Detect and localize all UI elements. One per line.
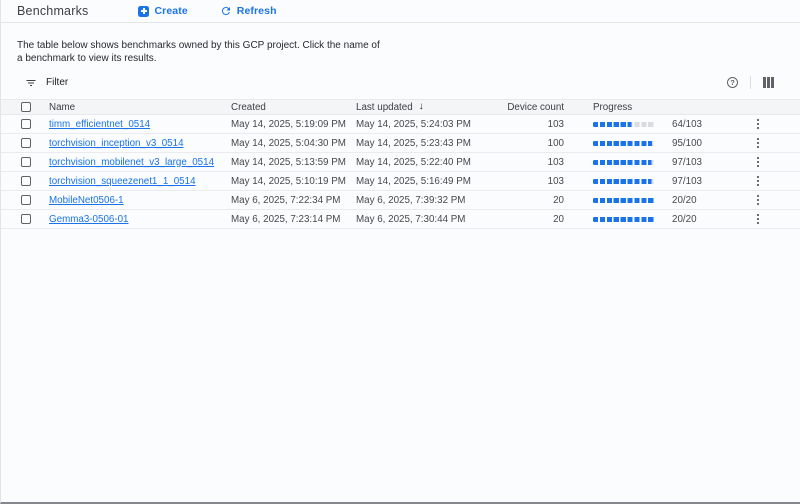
progress-label: 20/20	[672, 195, 697, 206]
table-body: timm_efficientnet_0514 May 14, 2025, 5:1…	[1, 115, 800, 229]
created-cell: May 6, 2025, 7:22:34 PM	[231, 195, 356, 206]
created-cell: May 6, 2025, 7:23:14 PM	[231, 214, 356, 225]
header-checkbox-cell	[1, 102, 49, 112]
column-header-created[interactable]: Created	[231, 102, 356, 113]
row-checkbox-cell	[1, 176, 49, 186]
refresh-button[interactable]: Refresh	[216, 3, 281, 19]
progress-bar	[593, 141, 655, 146]
table-header-row: Name Created Last updated ↓ Device count…	[1, 99, 800, 115]
row-actions-menu-button[interactable]	[754, 174, 762, 188]
created-cell: May 14, 2025, 5:10:19 PM	[231, 176, 356, 187]
device-count-cell: 20	[504, 214, 566, 225]
toolbar-right: ?	[727, 76, 784, 89]
row-checkbox[interactable]	[21, 176, 31, 186]
last-updated-cell: May 6, 2025, 7:39:32 PM	[356, 195, 504, 206]
progress-label: 20/20	[672, 214, 697, 225]
progress-bar	[593, 160, 655, 165]
row-checkbox-cell	[1, 195, 49, 205]
created-cell: May 14, 2025, 5:04:30 PM	[231, 138, 356, 149]
last-updated-cell: May 6, 2025, 7:30:44 PM	[356, 214, 504, 225]
progress-label: 95/100	[672, 138, 702, 149]
table-row: torchvision_squeezenet1_1_0514 May 14, 2…	[1, 172, 800, 191]
table-row: torchvision_mobilenet_v3_large_0514 May …	[1, 153, 800, 172]
last-updated-cell: May 14, 2025, 5:23:43 PM	[356, 138, 504, 149]
benchmark-name-link[interactable]: torchvision_mobilenet_v3_large_0514	[49, 157, 231, 168]
page-description: The table below shows benchmarks owned b…	[1, 23, 401, 65]
row-actions-menu-button[interactable]	[754, 136, 762, 150]
filter-button[interactable]: Filter	[25, 77, 68, 89]
row-actions-menu-button[interactable]	[754, 212, 762, 226]
device-count-cell: 103	[504, 157, 566, 168]
progress-label: 97/103	[672, 176, 702, 187]
progress-bar	[593, 179, 655, 184]
benchmarks-table: Name Created Last updated ↓ Device count…	[1, 99, 800, 229]
row-checkbox[interactable]	[21, 138, 31, 148]
help-icon[interactable]: ?	[727, 77, 738, 88]
benchmarks-page: Benchmarks Create Refresh The table belo…	[0, 0, 800, 504]
created-cell: May 14, 2025, 5:19:09 PM	[231, 119, 356, 130]
select-all-checkbox[interactable]	[21, 102, 31, 112]
progress-bar	[593, 122, 655, 127]
benchmark-name-link[interactable]: MobileNet0506-1	[49, 195, 231, 206]
table-row: timm_efficientnet_0514 May 14, 2025, 5:1…	[1, 115, 800, 134]
table-row: torchvision_inception_v3_0514 May 14, 20…	[1, 134, 800, 153]
row-actions-menu-button[interactable]	[754, 155, 762, 169]
filter-icon	[25, 77, 37, 89]
progress-bar	[593, 217, 655, 222]
column-header-progress[interactable]: Progress	[566, 102, 736, 113]
row-checkbox-cell	[1, 214, 49, 224]
page-title: Benchmarks	[17, 4, 88, 18]
row-checkbox[interactable]	[21, 195, 31, 205]
progress-label: 97/103	[672, 157, 702, 168]
filter-label: Filter	[46, 77, 68, 88]
last-updated-cell: May 14, 2025, 5:22:40 PM	[356, 157, 504, 168]
create-button[interactable]: Create	[134, 3, 191, 19]
last-updated-cell: May 14, 2025, 5:16:49 PM	[356, 176, 504, 187]
toolbar-divider	[750, 76, 751, 89]
row-actions-menu-button[interactable]	[754, 193, 762, 207]
device-count-cell: 20	[504, 195, 566, 206]
progress-bar	[593, 198, 655, 203]
row-checkbox[interactable]	[21, 214, 31, 224]
sort-descending-icon[interactable]: ↓	[419, 102, 424, 112]
row-actions-menu-button[interactable]	[754, 117, 762, 131]
device-count-cell: 103	[504, 119, 566, 130]
header-actions: Create Refresh	[134, 3, 280, 19]
create-button-label: Create	[154, 5, 187, 17]
page-header: Benchmarks Create Refresh	[1, 0, 800, 23]
refresh-button-label: Refresh	[237, 5, 277, 17]
table-row: MobileNet0506-1 May 6, 2025, 7:22:34 PM …	[1, 191, 800, 210]
last-updated-cell: May 14, 2025, 5:24:03 PM	[356, 119, 504, 130]
row-checkbox-cell	[1, 119, 49, 129]
plus-icon	[138, 6, 149, 17]
column-header-name[interactable]: Name	[49, 102, 231, 113]
progress-label: 64/103	[672, 119, 702, 130]
row-checkbox-cell	[1, 138, 49, 148]
benchmark-name-link[interactable]: torchvision_inception_v3_0514	[49, 138, 231, 149]
column-header-device-count[interactable]: Device count	[504, 102, 566, 113]
benchmark-name-link[interactable]: Gemma3-0506-01	[49, 214, 231, 225]
row-checkbox[interactable]	[21, 157, 31, 167]
table-row: Gemma3-0506-01 May 6, 2025, 7:23:14 PM M…	[1, 210, 800, 229]
created-cell: May 14, 2025, 5:13:59 PM	[231, 157, 356, 168]
refresh-icon	[220, 5, 232, 17]
benchmark-name-link[interactable]: timm_efficientnet_0514	[49, 119, 231, 130]
row-checkbox-cell	[1, 157, 49, 167]
table-toolbar: Filter ?	[1, 74, 800, 91]
device-count-cell: 103	[504, 176, 566, 187]
benchmark-name-link[interactable]: torchvision_squeezenet1_1_0514	[49, 176, 231, 187]
column-display-icon[interactable]	[763, 77, 784, 88]
column-header-last-updated[interactable]: Last updated ↓	[356, 102, 504, 113]
device-count-cell: 100	[504, 138, 566, 149]
row-checkbox[interactable]	[21, 119, 31, 129]
